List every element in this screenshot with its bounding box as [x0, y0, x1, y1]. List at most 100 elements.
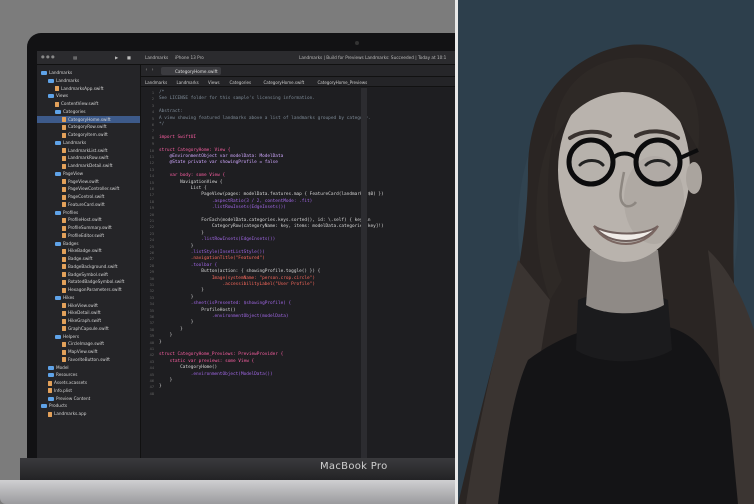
navigator-file[interactable]: LandmarkDetail.swift: [37, 162, 140, 170]
laptop-base: [0, 480, 455, 504]
navigator-file[interactable]: Assets.xcassets: [37, 379, 140, 387]
run-icon[interactable]: ▶: [115, 55, 118, 60]
navigator-folder[interactable]: Landmarks: [37, 139, 140, 147]
navigator-file[interactable]: BadgeBackground.swift: [37, 263, 140, 271]
navigator-file[interactable]: MapView.swift: [37, 348, 140, 356]
navigator-item-label: Hikes: [63, 294, 75, 300]
laptop-hinge: [20, 458, 455, 480]
stop-icon[interactable]: ■: [127, 55, 131, 60]
navigator-file[interactable]: ProfileSummary.swift: [37, 224, 140, 232]
editor-scrollbar[interactable]: [361, 88, 367, 459]
breadcrumb-item[interactable]: CategoryHome.swift: [264, 80, 305, 85]
navigator-folder[interactable]: Products: [37, 402, 140, 410]
navigator-folder[interactable]: Preview Content: [37, 395, 140, 403]
navigator-item-label: Products: [49, 403, 68, 409]
swift-file-icon: [62, 217, 66, 223]
navigator-folder[interactable]: Model: [37, 364, 140, 372]
swift-file-icon: [62, 155, 66, 161]
navigator-item-label: Profiles: [63, 209, 79, 215]
navigator-file[interactable]: CategoryItem.swift: [37, 131, 140, 139]
navigator-file[interactable]: Badge.swift: [37, 255, 140, 263]
folder-icon: [55, 140, 61, 145]
navigator-file[interactable]: CategoryRow.swift: [37, 123, 140, 131]
navigator-item-label: HikeDetail.swift: [68, 310, 101, 316]
navigator-folder[interactable]: Landmarks: [37, 77, 140, 85]
navigator-folder[interactable]: Resources: [37, 371, 140, 379]
navigator-item-label: Landmarks: [49, 70, 73, 75]
navigator-file[interactable]: ContentView.swift: [37, 100, 140, 108]
navigator-file[interactable]: LandmarksApp.swift: [37, 85, 140, 93]
navigator-item-label: CategoryRow.swift: [68, 124, 107, 130]
navigator-folder[interactable]: Badges: [37, 240, 140, 248]
navigator-item-label: FeatureCard.swift: [68, 201, 105, 207]
navigator-item-label: Views: [56, 93, 69, 99]
navigator-folder[interactable]: PageView: [37, 170, 140, 178]
breadcrumb-item[interactable]: Categories: [230, 80, 252, 85]
swift-file-icon: [62, 194, 66, 200]
navigator-file[interactable]: BadgeSymbol.swift: [37, 271, 140, 279]
scheme-selector[interactable]: Landmarks: [145, 55, 168, 60]
breadcrumb-item[interactable]: Landmarks: [177, 80, 199, 85]
navigator-folder[interactable]: Views: [37, 92, 140, 100]
code-line: See LICENSE folder for this sample's lic…: [159, 96, 315, 102]
code-line: .environmentObject(ModelData()): [159, 371, 273, 377]
code-line: .listRowInsets(EdgeInsets()): [159, 205, 286, 211]
sidebar-toggle-icon[interactable]: ▤: [73, 55, 77, 60]
navigator-folder[interactable]: Landmarks: [37, 69, 140, 77]
navigator-item-label: MapView.swift: [68, 349, 98, 354]
navigator-file[interactable]: LandmarkRow.swift: [37, 154, 140, 162]
navigator-file[interactable]: Landmarks.app: [37, 410, 140, 418]
navigator-item-label: Preview Content: [56, 395, 91, 401]
navigator-item-label: Helpers: [63, 333, 80, 339]
navigator-file[interactable]: PageViewController.swift: [37, 185, 140, 193]
swift-file-icon: [62, 357, 66, 363]
navigator-file[interactable]: FeatureCard.swift: [37, 201, 140, 209]
swift-file-icon: [62, 225, 66, 231]
folder-icon: [48, 365, 54, 370]
breadcrumb-item[interactable]: CategoryHome_Previews: [318, 80, 368, 85]
navigator-item-label: LandmarkRow.swift: [68, 155, 109, 161]
folder-icon: [55, 334, 61, 339]
folder-icon: [55, 109, 61, 114]
swift-file-icon: [62, 233, 66, 239]
navigator-file[interactable]: PageControl.swift: [37, 193, 140, 201]
navigator-item-label: CategoryHome.swift: [68, 116, 111, 122]
navigator-file[interactable]: CategoryHome.swift: [37, 115, 140, 124]
navigator-file[interactable]: HikeBadge.swift: [37, 247, 140, 255]
navigator-file[interactable]: ProfileHost.swift: [37, 216, 140, 224]
navigator-item-label: Resources: [56, 372, 78, 378]
navigator-file[interactable]: HikeGraph.swift: [37, 317, 140, 325]
navigator-item-label: BadgeSymbol.swift: [68, 271, 109, 277]
navigator-item-label: Model: [56, 364, 69, 370]
navigator-file[interactable]: ProfileEditor.swift: [37, 232, 140, 240]
navigator-folder[interactable]: Categories: [37, 108, 140, 116]
navigator-file[interactable]: CircleImage.swift: [37, 340, 140, 348]
laptop-brand-label: MacBook Pro: [320, 461, 388, 472]
device-selector[interactable]: iPhone 13 Pro: [175, 55, 204, 60]
navigator-item-label: LandmarksApp.swift: [61, 85, 104, 91]
navigator-file[interactable]: HikeDetail.swift: [37, 309, 140, 317]
breadcrumb-item[interactable]: Views: [208, 80, 220, 85]
navigator-folder[interactable]: Helpers: [37, 333, 140, 341]
navigator-file[interactable]: HikeView.swift: [37, 302, 140, 310]
code-editor[interactable]: 1 2 3 4 5 6 7 8 9 10 11 12 13 14 15 16 17 18 19 20 21 22 23 24 2…: [141, 88, 455, 459]
navigator-file[interactable]: PageView.swift: [37, 178, 140, 186]
navigator-file[interactable]: LandmarkList.swift: [37, 147, 140, 155]
code-line: A view showing featured landmarks above …: [159, 115, 371, 121]
navigator-file[interactable]: FavoriteButton.swift: [37, 356, 140, 364]
breadcrumb-item[interactable]: Landmarks: [145, 80, 167, 85]
editor-tab-bar: ‹ › CategoryHome.swift: [141, 65, 455, 77]
code-line: */: [159, 122, 165, 127]
navigator-file[interactable]: Info.plist: [37, 387, 140, 395]
navigator-item-label: Landmarks: [56, 77, 80, 83]
navigator-file[interactable]: GraphCapsule.swift: [37, 325, 140, 333]
back-forward-icon[interactable]: ‹ ›: [145, 67, 154, 73]
navigator-item-label: PageView: [63, 170, 84, 176]
folder-icon: [48, 373, 54, 378]
navigator-folder[interactable]: Profiles: [37, 209, 140, 217]
navigator-folder[interactable]: Hikes: [37, 294, 140, 302]
navigator-file[interactable]: HexagonParameters.swift: [37, 286, 140, 294]
navigator-file[interactable]: RotatedBadgeSymbol.swift: [37, 278, 140, 286]
navigator-item-label: HikeView.swift: [68, 302, 98, 308]
tab-category-home[interactable]: CategoryHome.swift: [161, 67, 221, 75]
